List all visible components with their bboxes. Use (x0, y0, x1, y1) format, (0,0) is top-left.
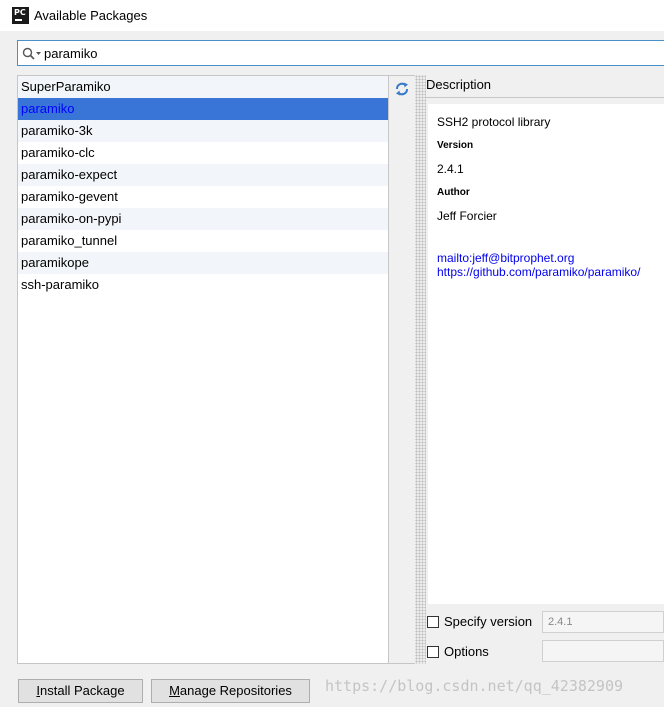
background-window-edge (0, 31, 6, 707)
options-field[interactable] (542, 640, 664, 662)
package-list-item[interactable]: paramiko-clc (18, 142, 388, 164)
package-list-item[interactable]: SuperParamiko (18, 76, 388, 98)
version-label: Version (437, 140, 474, 151)
specify-version-checkbox[interactable] (427, 616, 439, 628)
package-list-item[interactable]: paramikope (18, 252, 388, 274)
author-label: Author (437, 187, 470, 198)
version-value: 2.4.1 (437, 162, 464, 176)
package-list[interactable]: SuperParamiko paramiko paramiko-3k paramiko… (17, 75, 389, 664)
search-input[interactable] (44, 43, 644, 63)
search-icon[interactable] (22, 47, 42, 61)
package-list-item[interactable]: paramiko-gevent (18, 186, 388, 208)
package-summary: SSH2 protocol library (437, 115, 551, 129)
author-email-link[interactable]: mailto:jeff@bitprophet.org (437, 251, 574, 265)
splitter-handle[interactable] (415, 75, 426, 664)
description-divider (426, 97, 664, 98)
version-field[interactable]: 2.4.1 (542, 611, 664, 633)
install-button-label-rest: nstall Package (40, 683, 125, 698)
options-checkbox[interactable] (427, 646, 439, 658)
description-header: Description (426, 77, 492, 92)
author-value: Jeff Forcier (437, 209, 497, 223)
specify-version-label: Specify version (444, 614, 533, 629)
manage-button-label-rest: anage Repositories (179, 683, 292, 698)
title-bar: PC Available Packages (0, 0, 664, 31)
homepage-link[interactable]: https://github.com/paramiko/paramiko/ (437, 265, 640, 279)
install-package-button[interactable]: Install Package (18, 679, 143, 703)
package-list-item[interactable]: paramiko (18, 98, 388, 120)
package-list-item[interactable]: paramiko-on-pypi (18, 208, 388, 230)
package-list-item[interactable]: paramiko-expect (18, 164, 388, 186)
package-list-item[interactable]: ssh-paramiko (18, 274, 388, 296)
list-toolbar (389, 75, 415, 664)
description-panel: SSH2 protocol library Version 2.4.1 Auth… (428, 104, 664, 604)
package-list-item[interactable]: paramiko_tunnel (18, 230, 388, 252)
options-label: Options (444, 644, 489, 659)
pycharm-app-icon: PC (12, 7, 29, 24)
watermark-text: https://blog.csdn.net/qq_42382909 (325, 677, 624, 695)
refresh-icon[interactable] (393, 80, 411, 98)
package-list-item[interactable]: paramiko-3k (18, 120, 388, 142)
manage-repositories-button[interactable]: Manage Repositories (151, 679, 310, 703)
window-title: Available Packages (34, 8, 148, 23)
manage-button-mnemonic: M (169, 683, 180, 698)
search-field[interactable] (17, 40, 664, 66)
